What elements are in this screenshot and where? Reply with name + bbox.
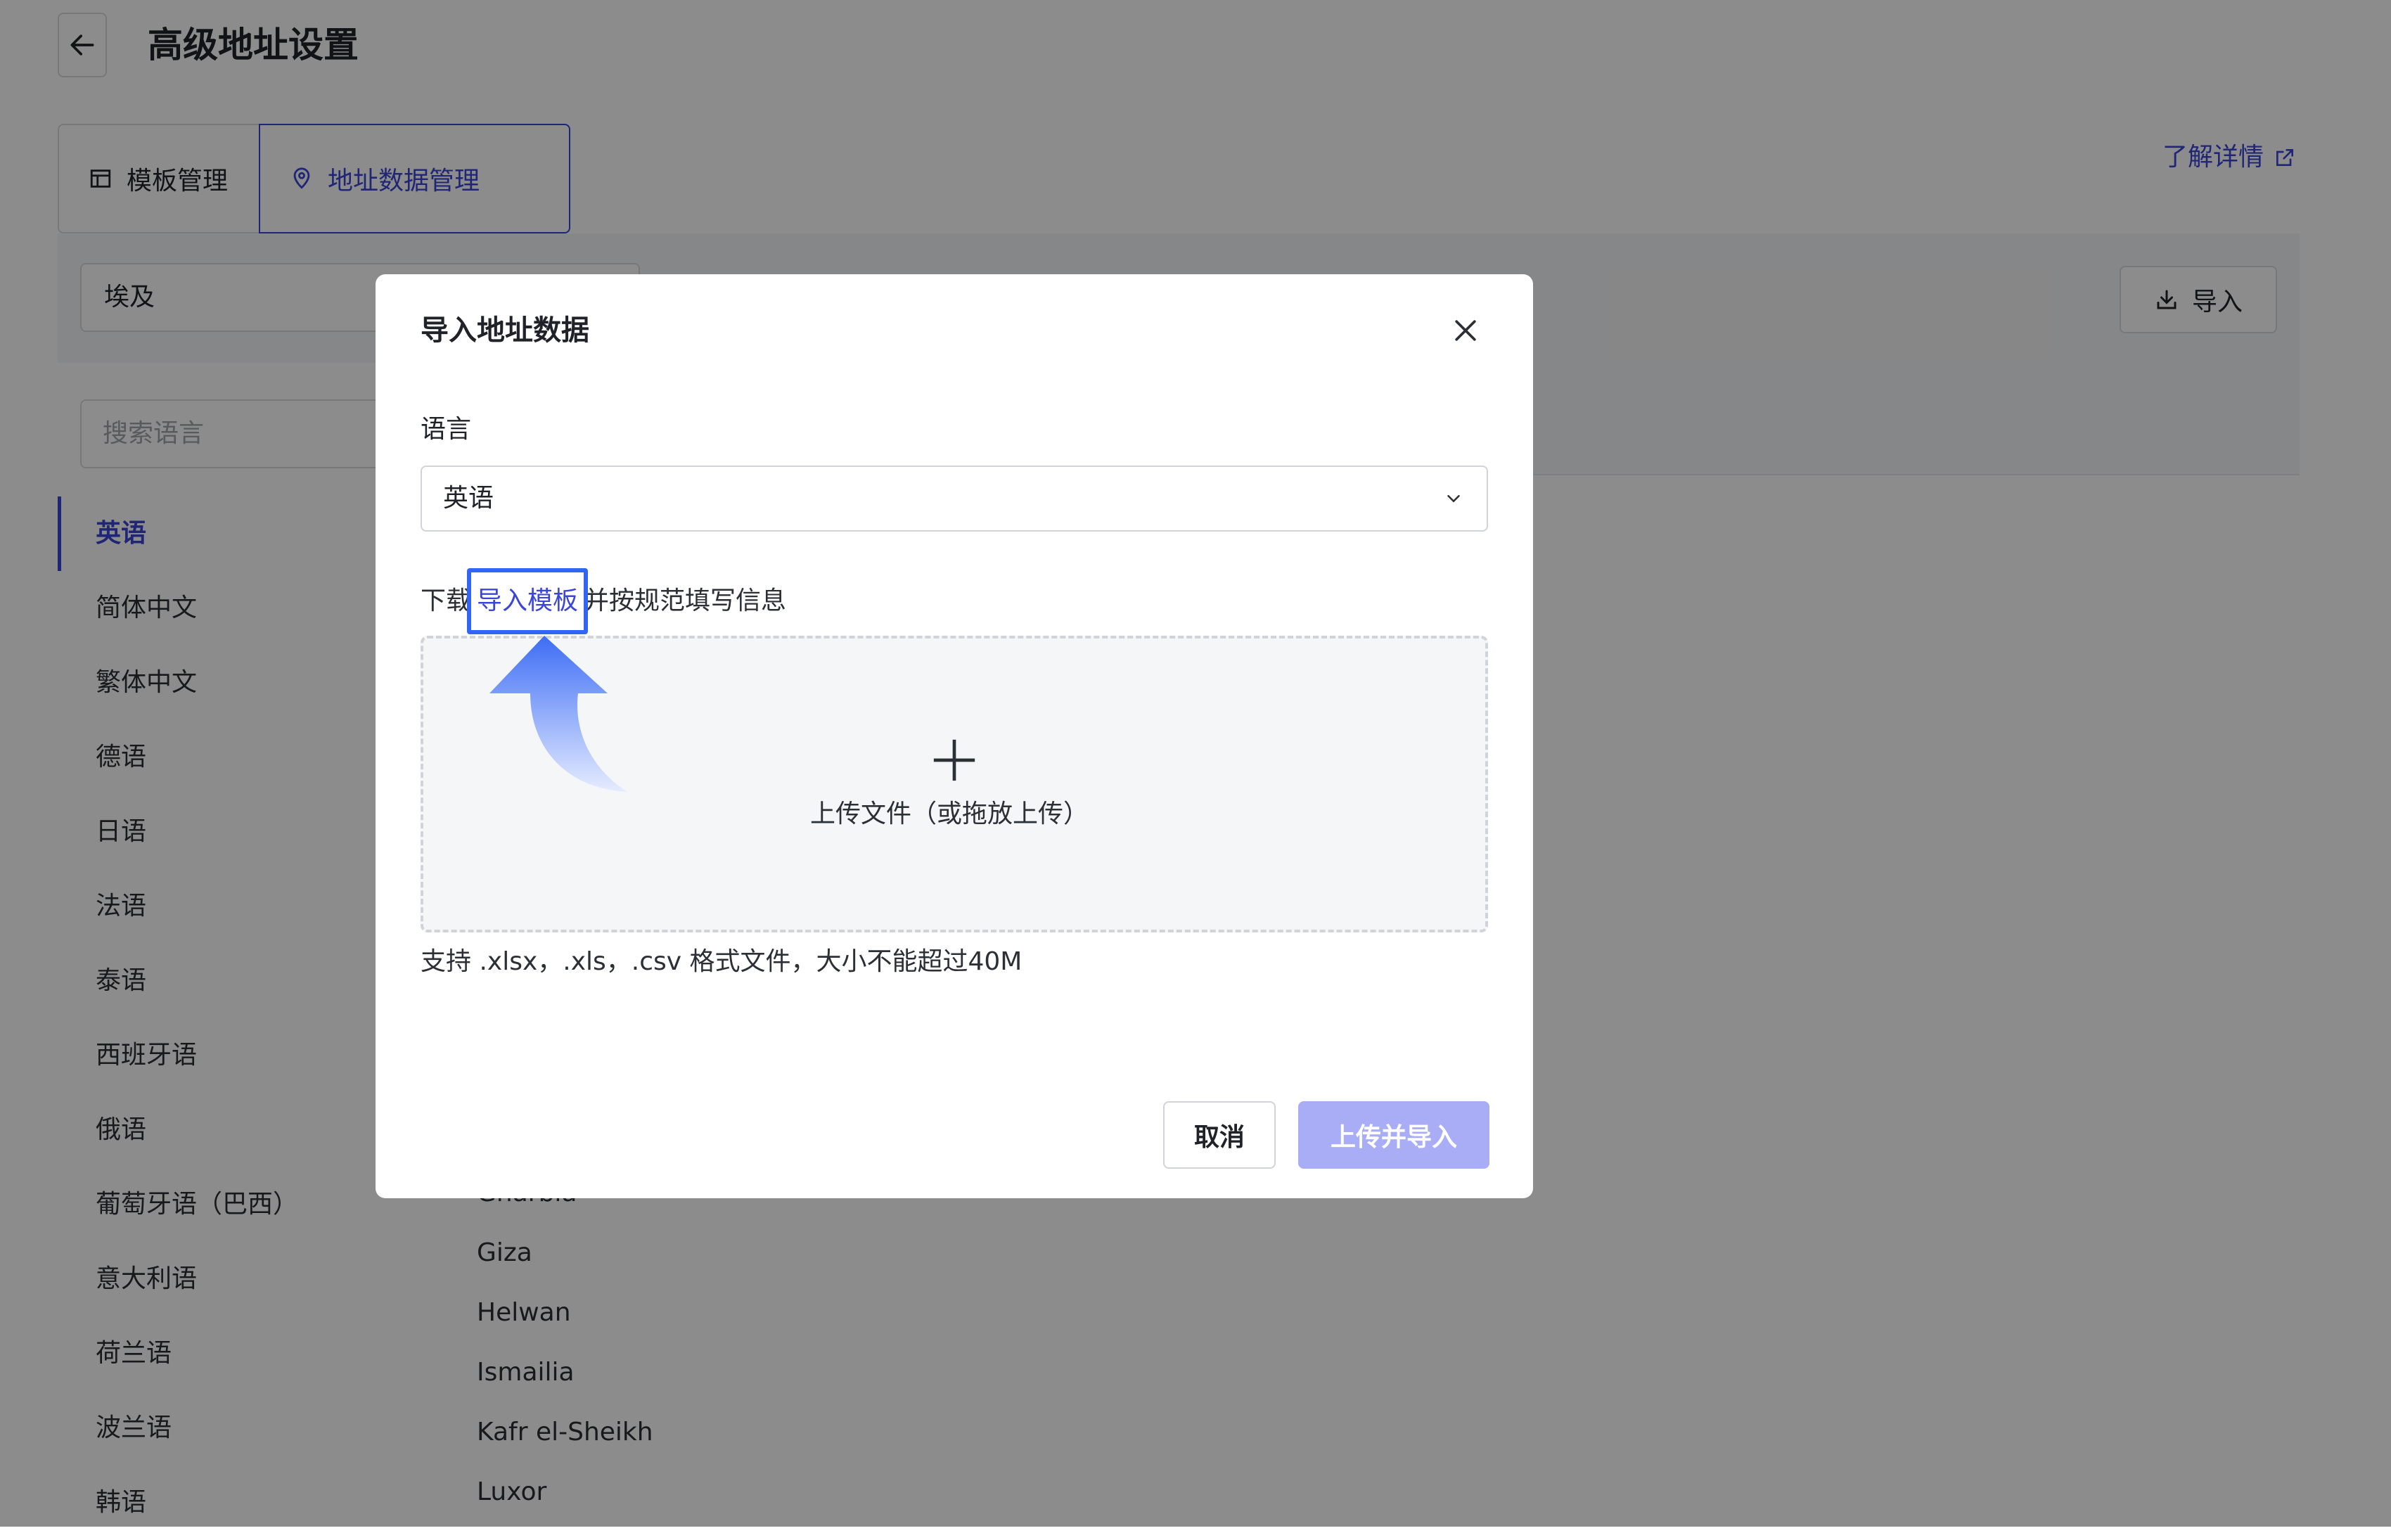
pointer-arrow-icon	[489, 636, 627, 792]
chevron-down-icon	[1447, 495, 1460, 503]
download-prefix: 下载	[421, 586, 472, 615]
plus-icon	[933, 739, 975, 781]
close-button[interactable]	[1444, 309, 1487, 352]
language-label: 语言	[421, 415, 472, 444]
modal-title: 导入地址数据	[421, 314, 589, 347]
upload-and-import-button[interactable]: 上传并导入	[1298, 1101, 1489, 1169]
language-select-value: 英语	[443, 484, 494, 513]
support-text: 支持 .xlsx，.xls，.csv 格式文件，大小不能超过40M	[421, 947, 1023, 976]
close-icon	[1455, 320, 1476, 341]
download-suffix: 并按规范填写信息	[584, 586, 787, 615]
download-hint: 下载 导入模板 并按规范填写信息	[421, 568, 786, 634]
import-template-link[interactable]: 导入模板	[467, 568, 589, 634]
upload-text: 上传文件（或拖放上传）	[810, 800, 1089, 828]
language-select[interactable]: 英语	[421, 466, 1488, 532]
cancel-button[interactable]: 取消	[1163, 1101, 1276, 1169]
